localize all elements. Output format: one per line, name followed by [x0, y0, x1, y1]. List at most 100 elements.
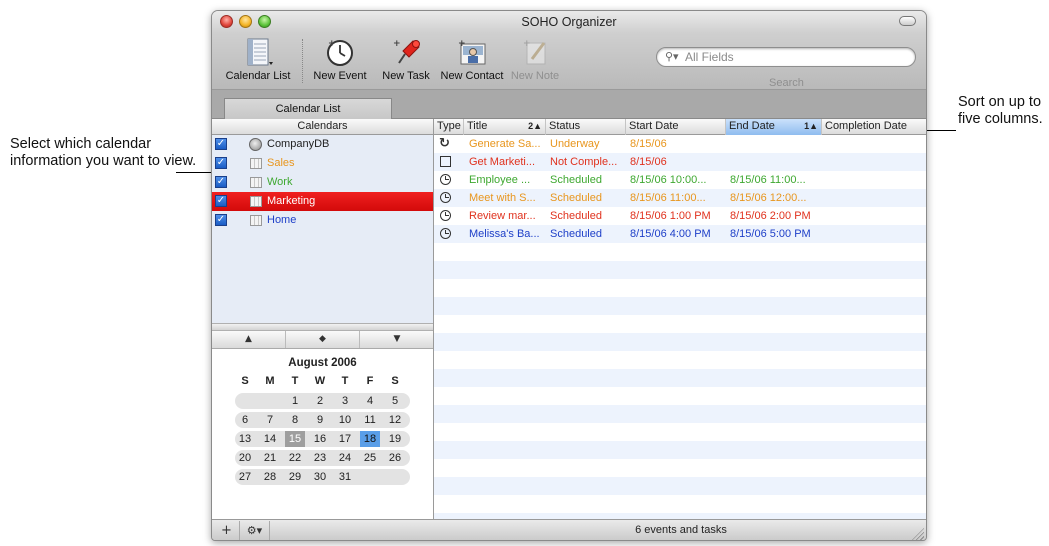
checkbox-companydb[interactable]: ✓: [215, 138, 227, 150]
day-cell[interactable]: 14: [260, 431, 280, 447]
end-date-cell: 8/15/06 5:00 PM: [730, 228, 811, 240]
day-cell[interactable]: 31: [335, 469, 355, 485]
database-icon: [249, 138, 262, 151]
calendars-sidebar: Calendars ✓ CompanyDB ✓ Sales ✓ Work ✓ M…: [212, 119, 434, 519]
calendar-item-companydb[interactable]: ✓ CompanyDB: [212, 135, 433, 154]
table-row[interactable]: Melissa's Ba... Scheduled 8/15/06 4:00 PM 8…: [434, 225, 926, 243]
day-cell[interactable]: 30: [310, 469, 330, 485]
calendar-name: Work: [267, 176, 293, 188]
day-cell[interactable]: 22: [285, 450, 305, 466]
checkbox-work[interactable]: ✓: [215, 176, 227, 188]
title-cell: Get Marketi...: [469, 156, 536, 168]
day-cell[interactable]: 20: [235, 450, 255, 466]
checkbox-sales[interactable]: ✓: [215, 157, 227, 169]
window-title: SOHO Organizer: [521, 15, 617, 29]
day-cell[interactable]: 24: [335, 450, 355, 466]
toolbar-toggle-button[interactable]: [899, 16, 916, 26]
table-header: Type Title 2▲ Status Start Date End Date 1…: [434, 119, 926, 135]
day-cell[interactable]: 7: [260, 412, 280, 428]
status-text: 6 events and tasks: [635, 524, 727, 536]
calendars-column-header[interactable]: Calendars: [212, 119, 433, 135]
search-icon: ⚲▾: [665, 50, 679, 63]
calendar-item-work[interactable]: ✓ Work: [212, 173, 433, 192]
calendar-item-home[interactable]: ✓ Home: [212, 211, 433, 230]
day-cell[interactable]: 16: [310, 431, 330, 447]
sort-indicator: 1▲: [804, 121, 818, 131]
table-row[interactable]: Employee ... Scheduled 8/15/06 10:00... 8/1…: [434, 171, 926, 189]
table-row[interactable]: ↻ Generate Sa... Underway 8/15/06: [434, 135, 926, 153]
task-checkbox-icon: [440, 156, 451, 167]
column-header-start-date[interactable]: Start Date: [626, 119, 726, 135]
column-header-type[interactable]: Type: [434, 119, 464, 135]
toolbar: Calendar List + New Event + New Task + N…: [212, 33, 926, 89]
day-cell[interactable]: 9: [310, 412, 330, 428]
day-cell[interactable]: 6: [235, 412, 255, 428]
day-cell[interactable]: 13: [235, 431, 255, 447]
column-label: End Date: [729, 120, 775, 132]
day-cell[interactable]: 19: [385, 431, 405, 447]
table-row[interactable]: Meet with S... Scheduled 8/15/06 11:00... 8…: [434, 189, 926, 207]
tab-calendar-list[interactable]: Calendar List: [224, 98, 392, 120]
day-cell[interactable]: 17: [335, 431, 355, 447]
add-calendar-button[interactable]: +: [214, 521, 240, 540]
title-cell: Meet with S...: [469, 192, 536, 204]
column-label: Type: [437, 120, 461, 132]
note-icon: +: [518, 37, 552, 67]
checkbox-marketing[interactable]: ✓: [215, 195, 227, 207]
search-input[interactable]: [685, 50, 905, 64]
new-event-button[interactable]: + New Event: [306, 37, 374, 82]
calendar-name: Home: [267, 214, 297, 226]
day-cell[interactable]: 1: [285, 393, 305, 409]
calendar-list-label: Calendar List: [225, 70, 291, 82]
column-label: Completion Date: [825, 120, 907, 132]
day-cell[interactable]: 2: [310, 393, 330, 409]
day-cell[interactable]: 18: [360, 431, 380, 447]
svg-text:+: +: [523, 39, 531, 49]
svg-text:+: +: [458, 39, 466, 49]
start-date-cell: 8/15/06 11:00...: [630, 192, 706, 204]
day-cell[interactable]: 25: [360, 450, 380, 466]
table-row[interactable]: Review mar... Scheduled 8/15/06 1:00 PM 8/1…: [434, 207, 926, 225]
calendar-list-icon: [241, 37, 275, 67]
day-cell[interactable]: 12: [385, 412, 405, 428]
day-cell[interactable]: 29: [285, 469, 305, 485]
day-cell[interactable]: 21: [260, 450, 280, 466]
day-cell[interactable]: 11: [360, 412, 380, 428]
title-cell: Review mar...: [469, 210, 536, 222]
checkbox-home[interactable]: ✓: [215, 214, 227, 226]
new-contact-button[interactable]: + New Contact: [436, 37, 508, 82]
new-task-button[interactable]: + New Task: [376, 37, 436, 82]
gear-menu-button[interactable]: ⚙▾: [240, 521, 270, 540]
today-button[interactable]: ◆: [286, 331, 360, 348]
day-cell[interactable]: 15: [285, 431, 305, 447]
calendar-icon: [250, 177, 262, 188]
column-header-title[interactable]: Title 2▲: [464, 119, 546, 135]
pane-splitter[interactable]: [212, 323, 433, 331]
day-cell[interactable]: 4: [360, 393, 380, 409]
day-cell[interactable]: 27: [235, 469, 255, 485]
day-cell[interactable]: 8: [285, 412, 305, 428]
month-title: August 2006: [288, 357, 357, 369]
day-cell[interactable]: 3: [335, 393, 355, 409]
calendar-item-marketing[interactable]: ✓ Marketing: [212, 192, 433, 211]
next-month-button[interactable]: ▼: [360, 331, 434, 348]
column-header-status[interactable]: Status: [546, 119, 626, 135]
weekday-header: W: [314, 375, 326, 387]
column-header-completion-date[interactable]: Completion Date: [822, 119, 926, 135]
clock-icon: +: [323, 37, 357, 67]
calendar-list: ✓ CompanyDB ✓ Sales ✓ Work ✓ Marketing ✓: [212, 135, 433, 323]
svg-text:+: +: [328, 39, 336, 49]
weekday-header: M: [265, 375, 275, 387]
calendar-item-sales[interactable]: ✓ Sales: [212, 154, 433, 173]
table-row[interactable]: Get Marketi... Not Comple... 8/15/06: [434, 153, 926, 171]
day-cell[interactable]: 23: [310, 450, 330, 466]
new-note-button[interactable]: + New Note: [508, 37, 562, 82]
previous-month-button[interactable]: ▲: [212, 331, 286, 348]
day-cell[interactable]: 26: [385, 450, 405, 466]
calendar-list-button[interactable]: Calendar List: [220, 37, 296, 82]
day-cell[interactable]: 10: [335, 412, 355, 428]
column-header-end-date[interactable]: End Date 1▲: [726, 119, 822, 135]
search-field[interactable]: ⚲▾: [656, 47, 916, 67]
day-cell[interactable]: 28: [260, 469, 280, 485]
day-cell[interactable]: 5: [385, 393, 405, 409]
